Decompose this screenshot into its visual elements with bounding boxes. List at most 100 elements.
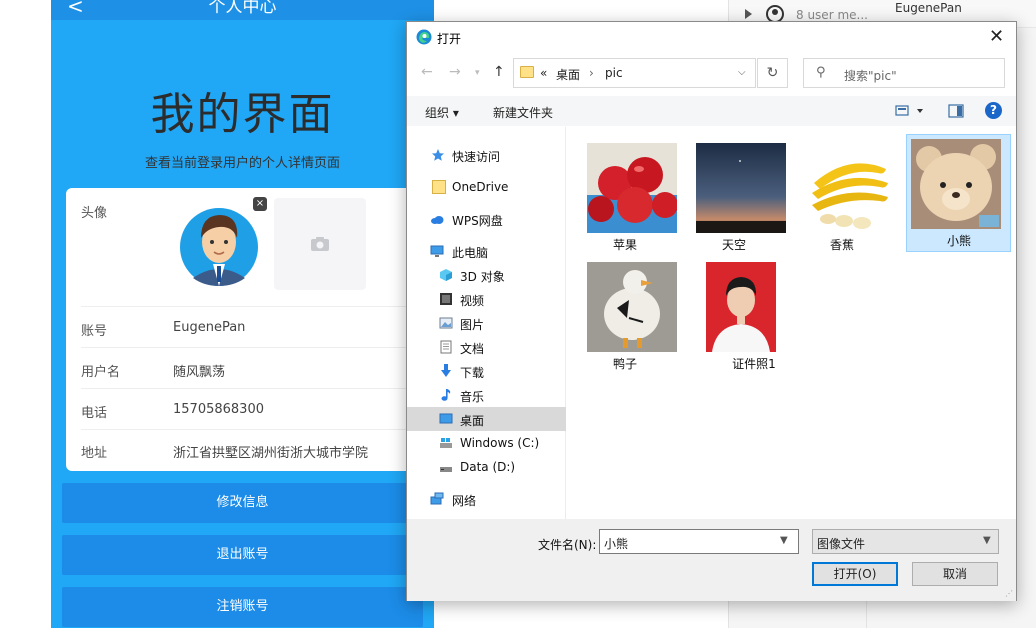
desktop-icon (439, 413, 453, 424)
nav-item-desktop[interactable]: 桌面 (407, 407, 566, 431)
view-options-icon[interactable] (895, 104, 925, 118)
edit-info-button[interactable]: 修改信息 (62, 483, 423, 523)
back-arrow-icon[interactable]: ← (421, 64, 433, 80)
nav-item-network[interactable]: 网络 (407, 487, 566, 511)
delete-account-button[interactable]: 注销账号 (62, 587, 423, 627)
filetype-select[interactable]: 图像文件 ▼ (812, 529, 999, 554)
page-subtitle: 查看当前登录用户的个人详情页面 (144, 156, 340, 171)
list-item-name: EugenePan (895, 1, 962, 15)
address-overflow[interactable]: « (540, 66, 547, 80)
phone-label: 电话 (81, 406, 108, 421)
nav-item-3d-objects[interactable]: 3D 对象 (407, 263, 566, 287)
folder-icon (432, 180, 446, 194)
divider (81, 347, 411, 348)
file-name: 小熊 (946, 234, 971, 248)
filename-label: 文件名(N): (538, 538, 597, 552)
account-label: 账号 (81, 324, 108, 339)
address-dropdown-icon[interactable]: ⌵ (738, 67, 746, 78)
cube-icon (440, 269, 452, 281)
nav-item-music[interactable]: 音乐 (407, 383, 566, 407)
nav-item-onedrive[interactable]: OneDrive (407, 175, 566, 199)
nav-item-this-pc[interactable]: 此电脑 (407, 239, 566, 263)
file-tile-duck[interactable]: 鸭子 (573, 256, 677, 374)
address-label: 地址 (81, 446, 108, 461)
close-button[interactable]: ✕ (989, 26, 1004, 47)
file-tile-bear[interactable]: 小熊 (906, 134, 1011, 252)
organize-menu[interactable]: 组织 ▾ (425, 104, 459, 121)
file-tile-banana[interactable]: 香蕉 (790, 137, 894, 255)
file-name: 苹果 (612, 238, 637, 252)
file-name: 天空 (721, 238, 746, 252)
nav-item-drive-d[interactable]: Data (D:) (407, 455, 566, 479)
profile-card: 头像 × 账号 EugenePan 用户名 随风飘荡 电话 1570586830… (66, 188, 416, 471)
resize-grip-icon[interactable]: ⋰ (1005, 589, 1013, 598)
chevron-down-icon[interactable]: ▼ (780, 535, 788, 546)
dialog-title: 打开 (437, 32, 462, 46)
file-tile-id-photo[interactable]: 证件照1 (692, 256, 796, 374)
avatar-label: 头像 (81, 206, 108, 221)
duck-thumbnail (587, 262, 677, 352)
edge-browser-icon (416, 29, 432, 45)
up-arrow-icon[interactable]: ↑ (493, 64, 505, 80)
document-icon (440, 340, 452, 354)
preview-pane-icon[interactable] (948, 104, 964, 118)
nav-item-downloads[interactable]: 下载 (407, 359, 566, 383)
apple-thumbnail (587, 143, 677, 233)
search-input[interactable]: ⚲ 搜索"pic" (803, 58, 1005, 88)
search-icon: ⚲ (816, 65, 826, 80)
forward-arrow-icon[interactable]: → (449, 64, 461, 80)
open-file-dialog: 打开 ✕ ← → ▾ ↑ « 桌面 › pic ⌵ ↻ ⚲ 搜索"pic" 组织… (406, 21, 1017, 601)
help-button[interactable]: ? (985, 102, 1002, 119)
expand-arrow-icon[interactable] (745, 9, 752, 19)
nav-item-quick-access[interactable]: 快速访问 (407, 143, 566, 167)
search-placeholder: 搜索"pic" (844, 69, 897, 83)
new-folder-button[interactable]: 新建文件夹 (493, 104, 553, 121)
chevron-down-icon[interactable]: ▼ (983, 535, 991, 546)
file-tile-sky[interactable]: 天空 (682, 137, 786, 255)
star-icon (432, 149, 444, 161)
banana-thumbnail (804, 143, 894, 233)
list-item-text: 8 user me... (796, 8, 868, 22)
dialog-titlebar[interactable]: 打开 ✕ (407, 22, 1016, 52)
filetype-value: 图像文件 (817, 537, 866, 551)
header-title: 个人中心 (208, 0, 277, 17)
cancel-button[interactable]: 取消 (912, 562, 998, 586)
avatar-remove-button[interactable]: × (253, 197, 267, 211)
breadcrumb-separator: › (589, 66, 594, 80)
command-bar: 组织 ▾ 新建文件夹 ? (407, 96, 1016, 126)
address-bar[interactable]: « 桌面 › pic ⌵ (513, 58, 756, 88)
nav-item-drive-c[interactable]: Windows (C:) (407, 431, 566, 455)
refresh-button[interactable]: ↻ (757, 58, 788, 88)
header-bar: < 个人中心 (51, 0, 434, 20)
recent-dropdown-icon[interactable]: ▾ (475, 68, 480, 78)
breadcrumb-desktop[interactable]: 桌面 (556, 66, 580, 83)
dialog-footer: 文件名(N): 小熊 ▼ 图像文件 ▼ 打开(O) 取消 ⋰ (407, 519, 1016, 601)
camera-icon (311, 237, 329, 251)
nav-item-documents[interactable]: 文档 (407, 335, 566, 359)
folder-icon (520, 66, 534, 78)
breadcrumb-pic[interactable]: pic (605, 66, 623, 80)
filename-input[interactable]: 小熊 ▼ (599, 529, 799, 554)
id-photo-thumbnail (706, 262, 776, 352)
file-tile-apple[interactable]: 苹果 (573, 137, 677, 255)
nav-item-wps-cloud[interactable]: WPS网盘 (407, 207, 566, 231)
avatar-upload-box[interactable] (274, 198, 366, 290)
account-value: EugenePan (173, 320, 246, 335)
file-list: 苹果 天空 香蕉 小熊 鸭子 证件照1 (567, 127, 1016, 519)
profile-page: < 个人中心 我的界面 查看当前登录用户的个人详情页面 头像 × 账号 Euge… (51, 0, 434, 628)
music-icon (441, 389, 451, 401)
open-button[interactable]: 打开(O) (812, 562, 898, 586)
navigation-pane: 快速访问 OneDrive WPS网盘 此电脑 3D 对象 视频 图片 文档 下… (407, 127, 566, 519)
cloud-icon (431, 216, 444, 224)
video-icon (440, 293, 452, 305)
logout-button[interactable]: 退出账号 (62, 535, 423, 575)
drive-icon (440, 438, 452, 448)
network-icon (430, 492, 444, 505)
file-name: 香蕉 (829, 238, 854, 252)
username-label: 用户名 (81, 365, 121, 380)
nav-item-pictures[interactable]: 图片 (407, 311, 566, 335)
navigation-bar: ← → ▾ ↑ « 桌面 › pic ⌵ ↻ ⚲ 搜索"pic" (407, 52, 1016, 92)
nav-item-videos[interactable]: 视频 (407, 287, 566, 311)
sky-thumbnail (696, 143, 786, 233)
computer-icon (430, 245, 444, 257)
